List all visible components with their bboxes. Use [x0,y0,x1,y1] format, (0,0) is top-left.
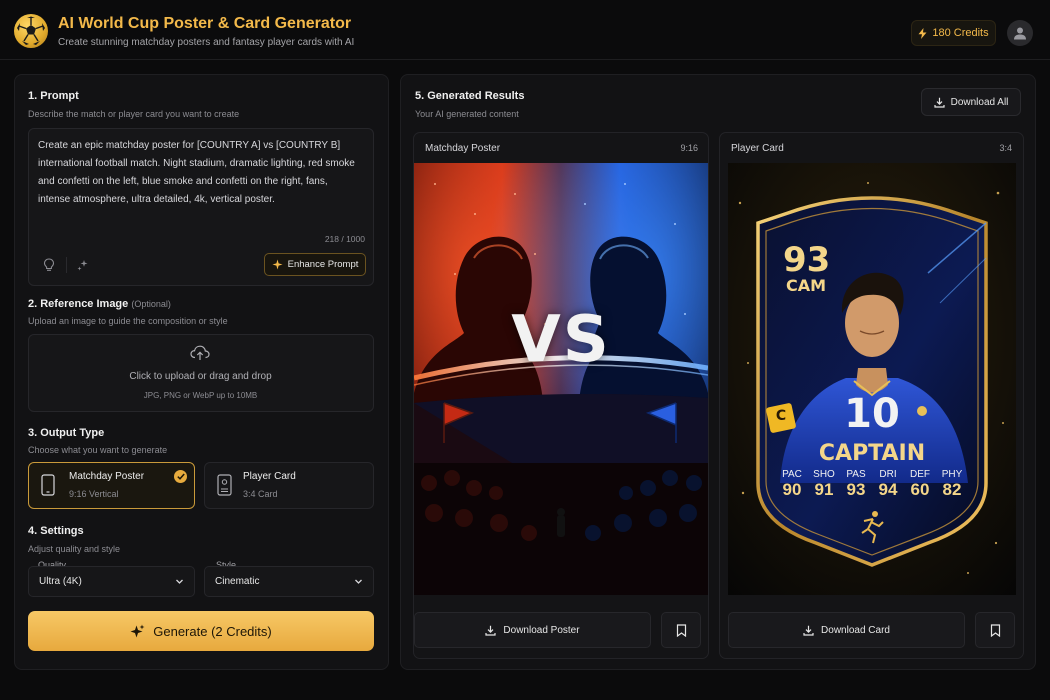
option-title: Matchday Poster [69,471,145,482]
option-subtitle: 3:4 Card [243,489,278,499]
stat-label: PAC [782,469,802,480]
reference-section-title: 2. Reference Image (Optional) [28,298,171,310]
bookmark-poster-button[interactable] [661,612,701,648]
option-title: Player Card [243,471,296,482]
cloud-upload-icon [190,345,210,366]
player-card-image[interactable]: 93 CAM C 10 CAPTAIN PAC 90 SHO 91 PAS 93 DR… [728,163,1016,595]
stat-value: 94 [878,480,898,499]
download-poster-label: Download Poster [503,624,580,636]
stat-value: 91 [814,480,834,499]
player-name: CAPTAIN [818,441,926,466]
app-subtitle: Create stunning matchday posters and fan… [58,37,355,48]
download-card-label: Download Card [821,624,890,636]
poster-label: Matchday Poster [425,143,501,154]
download-icon [803,625,814,636]
results-section-title: 5. Generated Results [415,90,525,102]
player-card-label: Player Card [731,143,784,154]
chevron-down-icon [176,579,183,584]
download-all-label: Download All [950,96,1009,108]
bookmark-card-button[interactable] [975,612,1015,648]
download-icon [485,625,497,636]
player-position: CAM [786,276,827,295]
generate-label: Generate (2 Credits) [153,623,272,639]
poster-image[interactable]: VS [414,163,708,595]
output-section-title: 3. Output Type [28,427,105,439]
stat-value: 60 [910,480,930,499]
upload-instruction: Click to upload or drag and drop [129,371,272,382]
soccer-ball-logo-icon [14,14,48,48]
reference-title-text: 2. Reference Image [28,298,129,310]
icon-divider [66,257,67,273]
output-section-subtitle: Choose what you want to generate [28,445,168,455]
download-all-button[interactable]: Download All [921,88,1021,116]
settings-section-title: 4. Settings [28,525,84,537]
credits-badge[interactable]: 180 Credits [911,20,996,46]
stat-value: 90 [782,480,802,499]
style-select[interactable]: Cinematic [204,566,374,597]
credits-count: 180 Credits [932,27,989,39]
stat-def: DEF 60 [904,469,936,500]
settings-section-subtitle: Adjust quality and style [28,544,121,554]
quality-value: Ultra (4K) [39,576,82,587]
style-value: Cinematic [215,576,260,587]
poster-vs-text: VS [511,303,611,377]
idea-bulb-button[interactable] [38,254,60,276]
sparkle-icon [130,624,145,637]
sparkle-icon [272,259,283,270]
app-title: AI World Cup Poster & Card Generator [58,15,352,32]
stat-label: DRI [879,469,897,480]
lightning-icon [918,27,927,39]
enhance-prompt-button[interactable]: Enhance Prompt [264,253,366,276]
user-icon [1014,27,1026,40]
stat-sho: SHO 91 [808,469,840,500]
sparkle-icon [77,260,88,271]
stat-pas: PAS 93 [840,469,872,500]
optional-tag: (Optional) [131,299,171,309]
phone-icon [41,474,55,501]
shirt-number: 10 [844,391,900,437]
upload-format-hint: JPG, PNG or WebP up to 10MB [143,391,258,400]
stat-label: DEF [910,469,930,480]
stat-value: 93 [846,480,866,499]
stat-pac: PAC 90 [776,469,808,500]
generate-button[interactable]: Generate (2 Credits) [28,611,374,651]
chevron-down-icon [355,579,362,584]
player-rating: 93 [783,240,831,280]
enhance-prompt-label: Enhance Prompt [287,259,359,270]
download-poster-button[interactable]: Download Poster [414,612,651,648]
player-stats: PAC 90 SHO 91 PAS 93 DRI 94 DEF 60 PHY 82 [776,469,968,500]
prompt-char-counter: 218 / 1000 [324,234,365,244]
bookmark-icon [676,623,686,637]
stat-label: SHO [813,469,835,480]
magic-button[interactable] [72,254,94,276]
lightbulb-icon [43,258,55,271]
results-section-subtitle: Your AI generated content [415,109,519,119]
download-card-button[interactable]: Download Card [728,612,965,648]
stat-dri: DRI 94 [872,469,904,500]
player-card-ratio: 3:4 [999,143,1012,153]
check-circle-icon [174,470,187,483]
option-subtitle: 9:16 Vertical [69,489,119,499]
card-icon [217,474,232,501]
download-icon [933,97,945,108]
prompt-section-subtitle: Describe the match or player card you wa… [28,109,240,119]
prompt-text[interactable]: Create an epic matchday poster for [COUN… [38,137,358,209]
stat-label: PHY [941,469,963,480]
stat-label: PAS [846,469,866,480]
stat-value: 82 [942,480,962,499]
stat-phy: PHY 82 [936,469,968,500]
quality-select[interactable]: Ultra (4K) [28,566,195,597]
prompt-section-title: 1. Prompt [28,90,79,102]
poster-ratio: 9:16 [680,143,698,153]
reference-section-subtitle: Upload an image to guide the composition… [28,316,228,326]
user-avatar[interactable] [1007,20,1033,46]
bookmark-icon [990,623,1000,637]
